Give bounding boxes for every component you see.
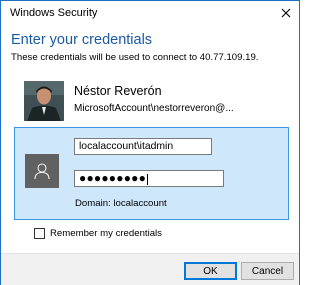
text-caret [147,173,149,185]
account-option[interactable]: Néstor Reverón MicrosoftAccount\nestorre… [24,81,284,121]
username-input[interactable]: localaccount\itadmin [74,138,212,155]
user-tile-avatar [25,154,59,188]
window-title: Windows Security [10,7,98,19]
button-bar: OK Cancel [1,253,299,285]
ok-button[interactable]: OK [184,262,237,280]
title-bar[interactable]: Windows Security [1,1,299,25]
credential-tile[interactable]: localaccount\itadmin ●●●●●●●●● Domain: l… [14,127,289,220]
password-value: ●●●●●●●●● [79,171,147,185]
account-avatar [24,81,64,121]
password-input[interactable]: ●●●●●●●●● [74,170,224,187]
remember-checkbox[interactable] [34,227,45,239]
user-icon [34,163,50,180]
account-id: MicrosoftAccount\nestorreveron@... [74,103,234,114]
domain-label: Domain: localaccount [75,198,167,209]
remember-label[interactable]: Remember my credentials [50,228,162,239]
credentials-dialog: Windows Security Enter your credentials … [0,0,300,285]
account-name: Néstor Reverón [74,84,162,98]
dialog-subheading: These credentials will be used to connec… [11,52,259,63]
remember-credentials[interactable]: Remember my credentials [34,227,162,239]
close-button[interactable] [277,4,295,22]
cancel-button[interactable]: Cancel [241,262,294,280]
dialog-heading: Enter your credentials [11,32,153,48]
username-value: localaccount\itadmin [79,141,174,152]
close-icon [281,8,291,18]
